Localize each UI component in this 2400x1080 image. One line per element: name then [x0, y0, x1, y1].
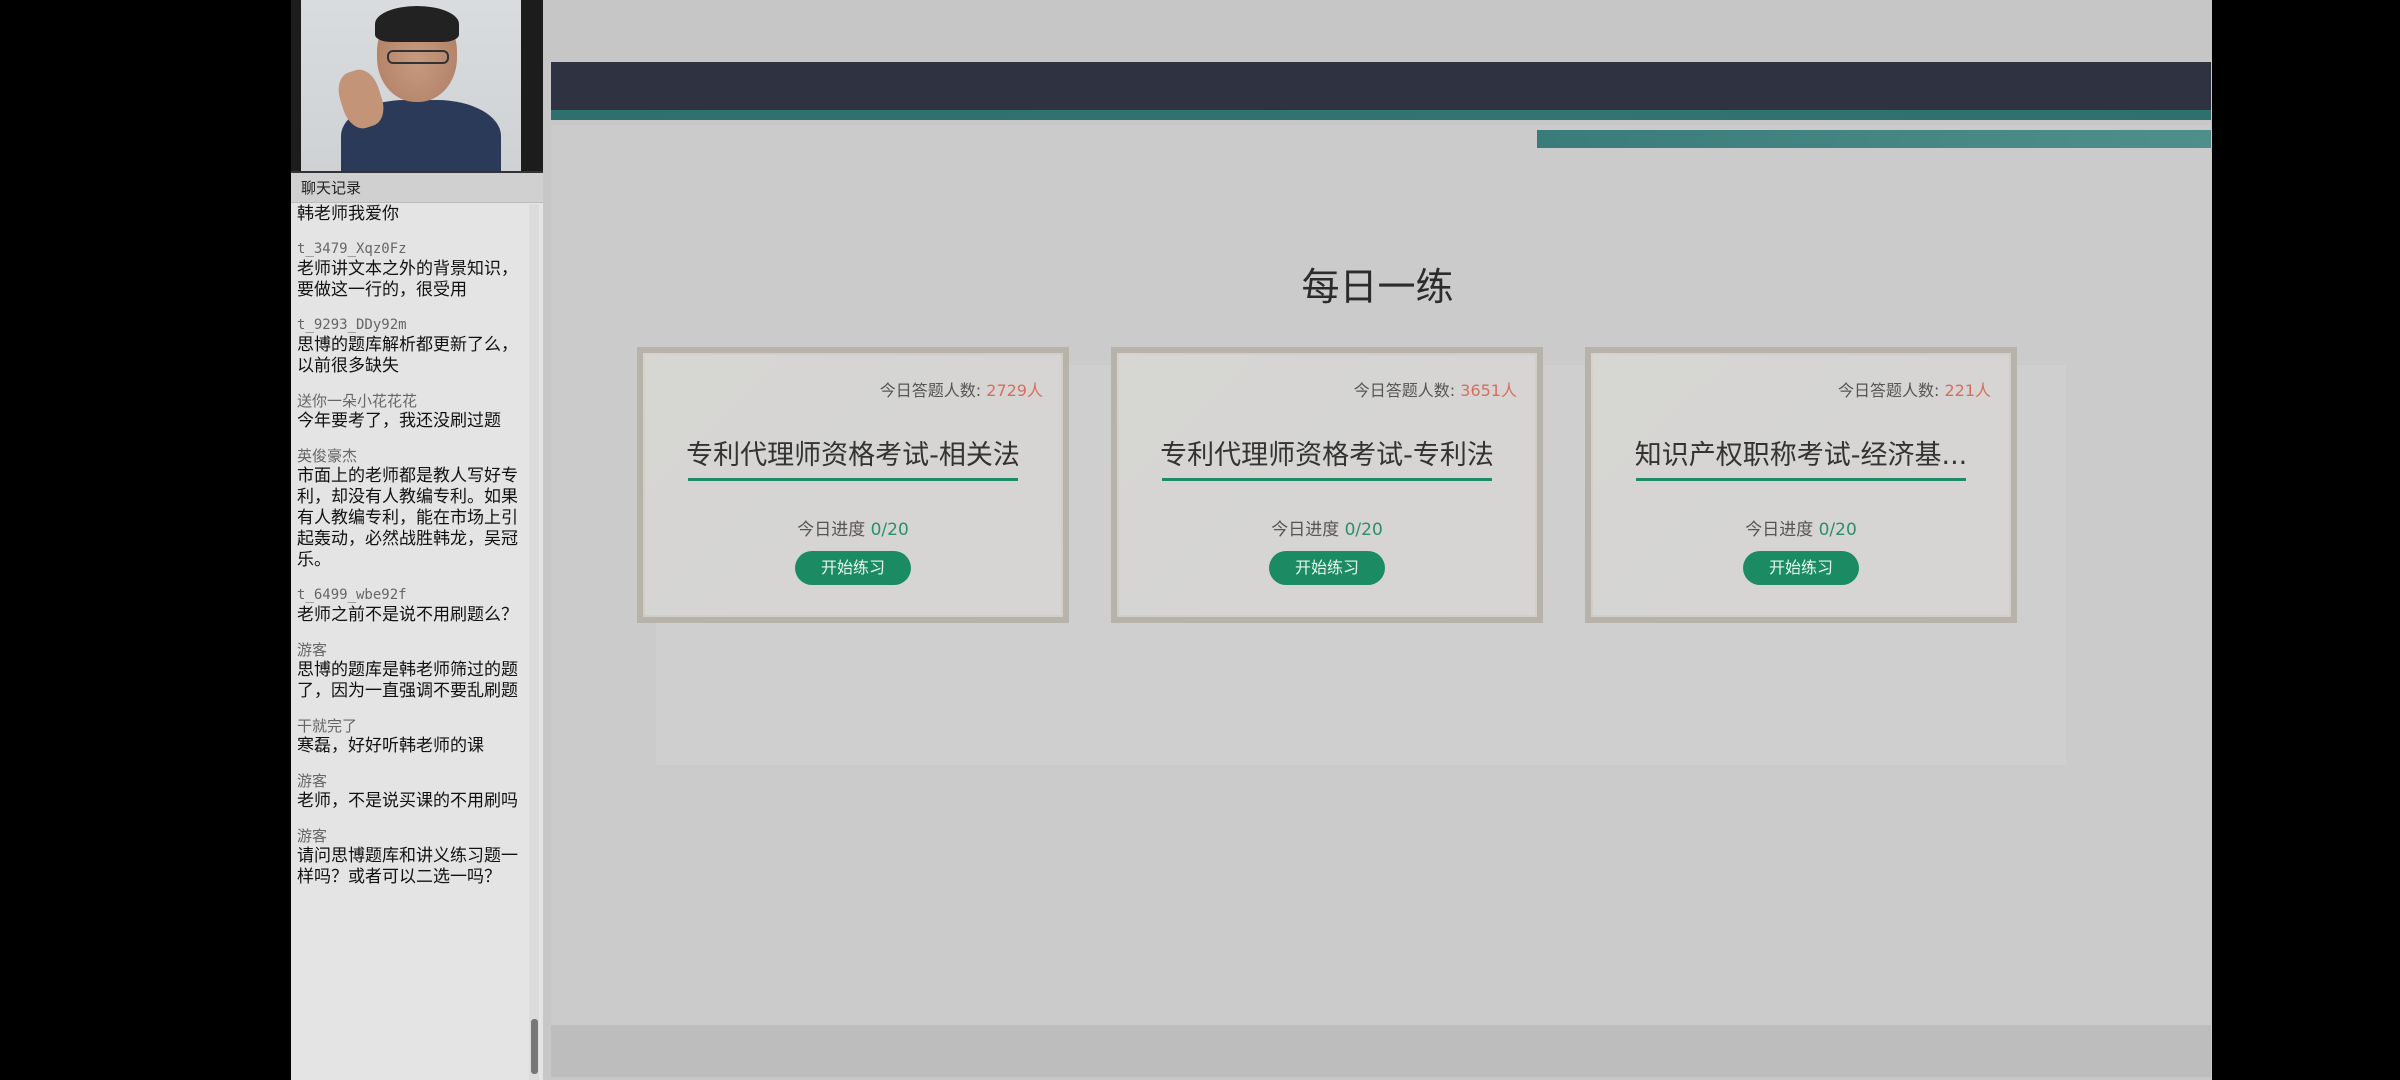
card-title: 专利代理师资格考试-相关法	[686, 440, 1020, 471]
right-letterbox	[2212, 0, 2400, 1080]
chat-message-text: 韩老师我爱你	[297, 204, 399, 224]
progress-value: 0/20	[870, 520, 909, 540]
chat-message-text: 老师，不是说买课的不用刷吗	[297, 791, 518, 811]
chat-message-author: 英俊豪杰	[297, 447, 358, 465]
answer-count: 今日答题人数: 2729人	[880, 377, 1043, 401]
chat-message-text: 思博的题库是韩老师筛过的题了，因为一直强调不要乱刷题	[297, 660, 518, 701]
answer-count-label: 今日答题人数:	[1837, 381, 1940, 400]
progress-value: 0/20	[1344, 520, 1383, 540]
chat-message-author: t_9293_DDy92m	[297, 317, 407, 333]
progress: 今日进度 0/20	[645, 515, 1061, 540]
chat-message-text: 思博的题库解析都更新了么，以前很多缺失	[297, 335, 518, 376]
header-banner	[551, 62, 2211, 110]
card-body: 今日答题人数: 2729人 专利代理师资格考试-相关法 今日进度 0/20 开始…	[645, 355, 1061, 615]
chat-message-author: 游客	[297, 641, 328, 659]
chat-message-text: 请问思博题库和讲义练习题一样吗？或者可以二选一吗？	[297, 846, 518, 887]
chat-message-author: 游客	[297, 772, 328, 790]
person-glasses	[387, 50, 449, 64]
start-practice-button[interactable]: 开始练习	[1269, 551, 1385, 585]
bottom-bar	[551, 1025, 2211, 1077]
header-accent-line-secondary	[1537, 130, 2211, 148]
title-underline	[1636, 478, 1966, 481]
chat-scroll-thumb[interactable]	[531, 1019, 538, 1074]
title-underline	[1162, 478, 1492, 481]
chat-message: 送你一朵小花花花 今年要考了，我还没刷过题	[297, 391, 527, 432]
chat-message: 游客 老师，不是说买课的不用刷吗	[297, 771, 527, 812]
chat-message-author: t_6499_wbe92f	[297, 587, 407, 603]
chat-message-text: 老师之前不是说不用刷题么？	[297, 605, 518, 625]
chat-scrollbar[interactable]	[529, 204, 539, 1080]
answer-count: 今日答题人数: 221人	[1838, 377, 1991, 401]
chat-message-author: 干就完了	[297, 717, 358, 735]
progress: 今日进度 0/20	[1593, 515, 2009, 540]
video-feed	[291, 0, 543, 173]
teacher-video	[301, 0, 521, 171]
start-practice-button[interactable]: 开始练习	[795, 551, 911, 585]
left-panel: 聊天记录 韩老师我爱你 t_3479_Xqz0Fz 老师讲文本之外的背景知识，要…	[291, 0, 543, 1080]
answer-count-value: 2729人	[986, 381, 1043, 400]
card-body: 今日答题人数: 221人 知识产权职称考试-经济基... 今日进度 0/20 开…	[1593, 355, 2009, 615]
chat-list[interactable]: 韩老师我爱你 t_3479_Xqz0Fz 老师讲文本之外的背景知识，要做这一行的…	[291, 204, 527, 1080]
chat-message: 韩老师我爱你	[297, 204, 527, 225]
card-title: 专利代理师资格考试-专利法	[1160, 440, 1494, 471]
title-underline	[688, 478, 1018, 481]
chat-message: 干就完了 寒磊，好好听韩老师的课	[297, 716, 527, 757]
chat-message-author: t_3479_Xqz0Fz	[297, 241, 407, 257]
chat-message-text: 市面上的老师都是教人写好专利，却没有人教编专利。如果有人教编专利，能在市场上引起…	[297, 466, 518, 570]
header-accent-line	[551, 110, 2211, 120]
chat-message-text: 今年要考了，我还没刷过题	[297, 411, 501, 431]
chat-message: t_3479_Xqz0Fz 老师讲文本之外的背景知识，要做这一行的，很受用	[297, 239, 527, 301]
answer-count-label: 今日答题人数:	[1353, 381, 1456, 400]
chat-message: 英俊豪杰 市面上的老师都是教人写好专利，却没有人教编专利。如果有人教编专利，能在…	[297, 446, 527, 571]
answer-count: 今日答题人数: 3651人	[1354, 377, 1517, 401]
answer-count-value: 221人	[1944, 381, 1991, 400]
section-title: 每日一练	[1301, 265, 1454, 309]
chat-header: 聊天记录	[291, 173, 543, 203]
progress-value: 0/20	[1818, 520, 1857, 540]
person-hair	[375, 6, 459, 42]
chat-message: t_9293_DDy92m 思博的题库解析都更新了么，以前很多缺失	[297, 315, 527, 377]
chat-message-text: 老师讲文本之外的背景知识，要做这一行的，很受用	[297, 259, 518, 300]
progress-label: 今日进度	[1271, 520, 1340, 540]
practice-card[interactable]: 今日答题人数: 2729人 专利代理师资格考试-相关法 今日进度 0/20 开始…	[637, 347, 1069, 623]
progress-label: 今日进度	[797, 520, 866, 540]
answer-count-value: 3651人	[1460, 381, 1517, 400]
practice-card[interactable]: 今日答题人数: 3651人 专利代理师资格考试-专利法 今日进度 0/20 开始…	[1111, 347, 1543, 623]
chat-message: t_6499_wbe92f 老师之前不是说不用刷题么？	[297, 585, 527, 626]
progress: 今日进度 0/20	[1119, 515, 1535, 540]
progress-label: 今日进度	[1745, 520, 1814, 540]
chat-message: 游客 请问思博题库和讲义练习题一样吗？或者可以二选一吗？	[297, 826, 527, 888]
shared-screen: 每日一练 今日答题人数: 2729人 专利代理师资格考试-相关法 今日进度 0/…	[543, 0, 2212, 1080]
answer-count-label: 今日答题人数:	[879, 381, 982, 400]
chat-message-author: 送你一朵小花花花	[297, 392, 418, 410]
start-practice-button[interactable]: 开始练习	[1743, 551, 1859, 585]
top-strip	[543, 0, 2212, 62]
practice-card[interactable]: 今日答题人数: 221人 知识产权职称考试-经济基... 今日进度 0/20 开…	[1585, 347, 2017, 623]
chat-message-author: 游客	[297, 827, 328, 845]
card-body: 今日答题人数: 3651人 专利代理师资格考试-专利法 今日进度 0/20 开始…	[1119, 355, 1535, 615]
card-title: 知识产权职称考试-经济基...	[1634, 440, 1968, 471]
chat-message: 游客 思博的题库是韩老师筛过的题了，因为一直强调不要乱刷题	[297, 640, 527, 702]
chat-message-text: 寒磊，好好听韩老师的课	[297, 736, 484, 756]
